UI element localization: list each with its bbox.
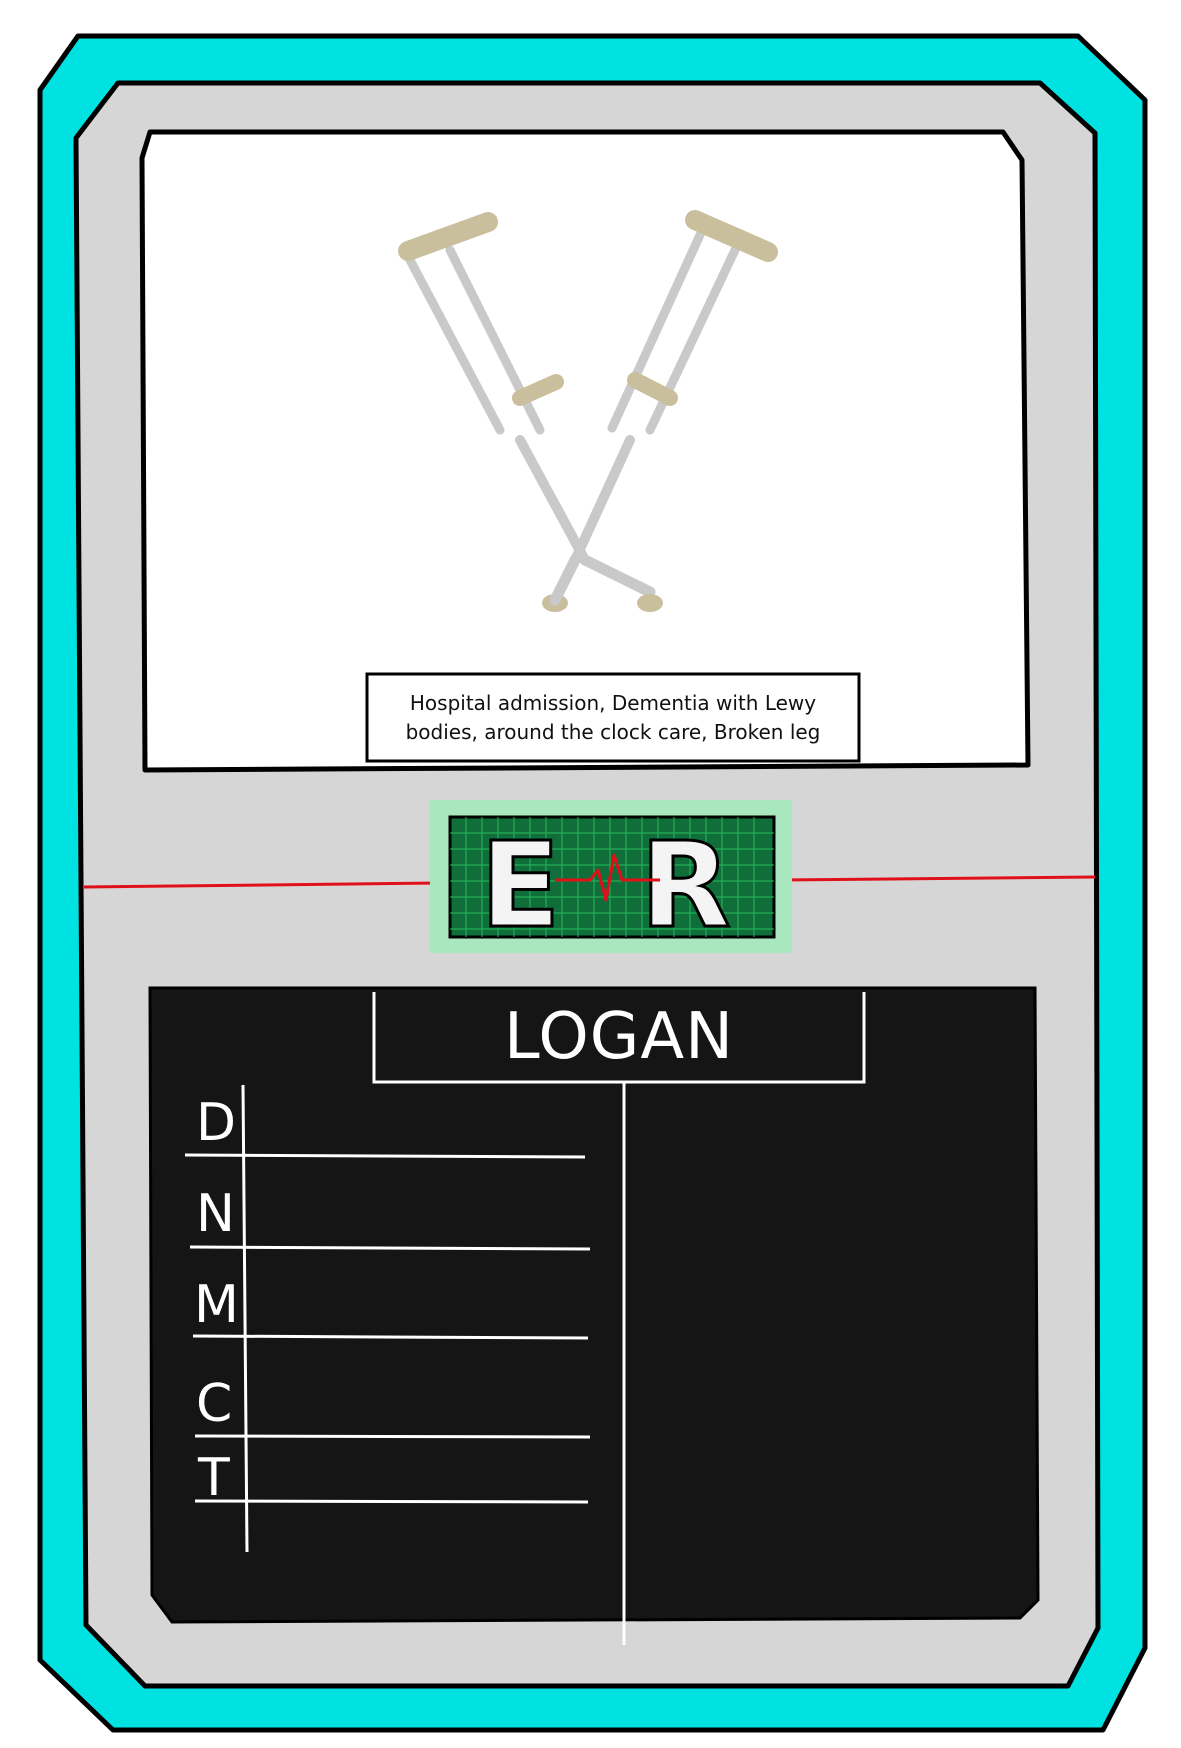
er-logo: E R: [430, 800, 792, 956]
stat-row-line-m: [192, 1334, 589, 1340]
stat-label-m: M: [194, 1275, 239, 1335]
stat-label-n: N: [196, 1184, 235, 1244]
stat-row-line-t: [194, 1499, 589, 1504]
stat-row-line-n: [189, 1245, 591, 1251]
er-logo-letter-r: R: [640, 816, 731, 954]
stat-row-line-d: [184, 1153, 586, 1159]
character-name: LOGAN: [504, 1000, 734, 1074]
stat-label-d: D: [196, 1093, 237, 1153]
er-logo-letter-e: E: [480, 816, 561, 954]
stat-label-c: C: [196, 1374, 233, 1434]
game-card: E R: [37, 33, 1148, 1733]
stat-label-t: T: [198, 1448, 230, 1508]
card-caption: Hospital admission, Dementia with Lewy b…: [405, 690, 821, 744]
stat-row-line-c: [194, 1434, 591, 1439]
